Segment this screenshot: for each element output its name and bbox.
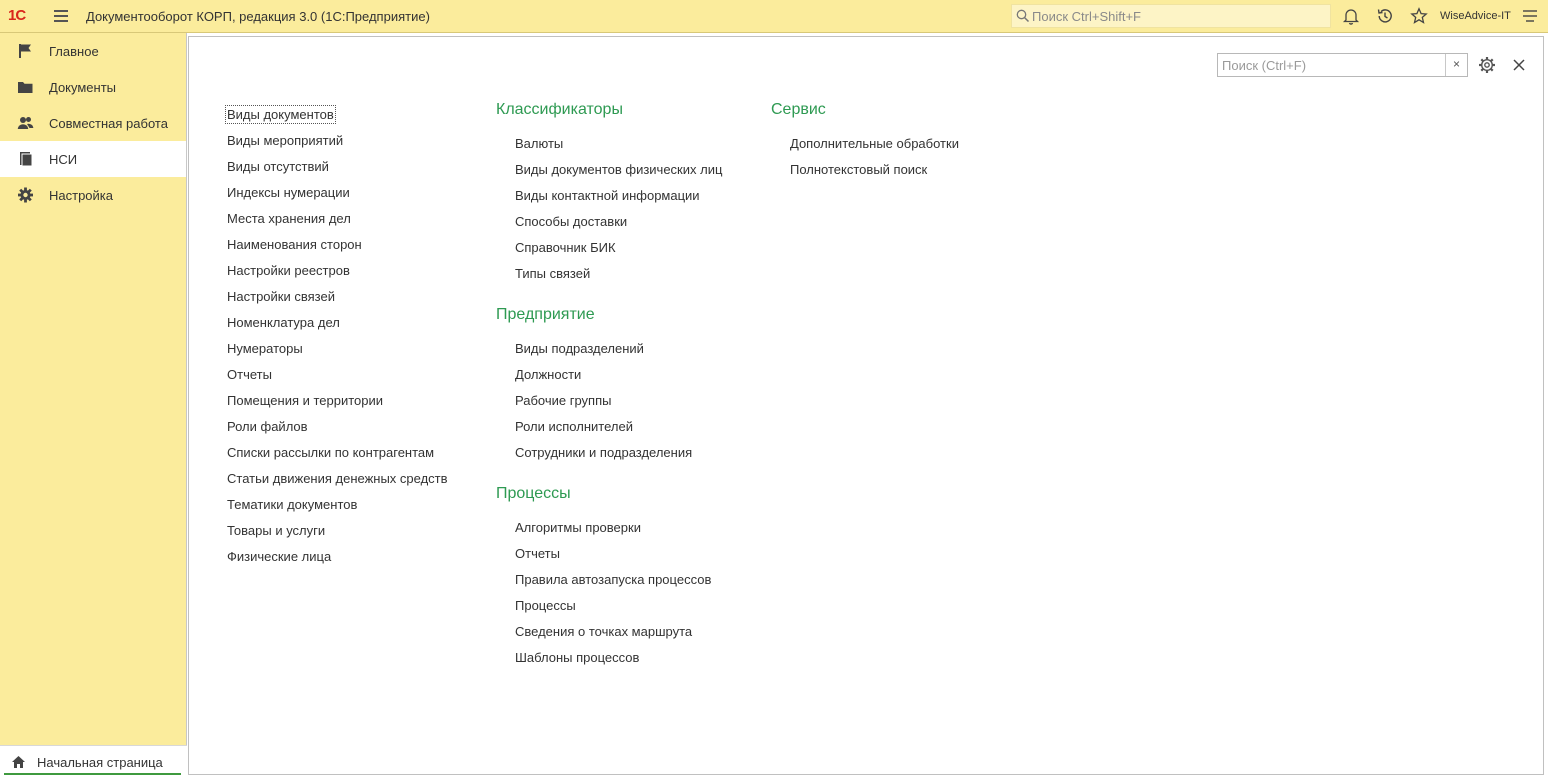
catalog-link[interactable]: Шаблоны процессов [515,650,639,665]
catalog-link[interactable]: Полнотекстовый поиск [790,162,927,177]
catalog-link[interactable]: Настройки реестров [227,263,350,278]
catalog-link[interactable]: Виды документов [225,105,336,124]
gear-icon [18,187,33,203]
catalog-link[interactable]: Роли файлов [227,419,308,434]
catalog-link[interactable]: Отчеты [227,367,272,382]
catalog-link[interactable]: Наименования сторон [227,237,362,252]
catalog-link[interactable]: Дополнительные обработки [790,136,959,151]
catalog-link[interactable]: Сведения о точках маршрута [515,624,692,639]
catalog-link[interactable]: Статьи движения денежных средств [227,471,448,486]
search-icon [1016,9,1030,23]
sidebar-item-label: Главное [49,44,99,59]
sidebar-item-documents[interactable]: Документы [0,69,186,105]
catalog-link[interactable]: Виды мероприятий [227,133,343,148]
catalog-link[interactable]: Тематики документов [227,497,357,512]
catalog-link[interactable]: Способы доставки [515,214,627,229]
form-search[interactable]: × [1217,53,1468,77]
catalog-link[interactable]: Настройки связей [227,289,335,304]
folder-icon [18,82,33,93]
catalog-link[interactable]: Виды контактной информации [515,188,700,203]
sidebar-item-label: НСИ [49,152,78,167]
section-title-classifiers: Классификаторы [496,101,623,118]
catalog-link[interactable]: Типы связей [515,266,590,281]
catalog-link[interactable]: Алгоритмы проверки [515,520,641,535]
catalog-link[interactable]: Должности [515,367,581,382]
global-search[interactable] [1011,4,1331,28]
catalog-link[interactable]: Виды отсутствий [227,159,329,174]
book-icon [20,152,33,167]
user-name[interactable]: WiseAdvice-IT [1440,10,1511,22]
sections-panel: Главное Документы Совместная работа НСИ [0,33,187,778]
sidebar-item-label: Документы [49,80,117,95]
sidebar-item-label: Совместная работа [49,116,168,131]
section-title-enterprise: Предприятие [496,306,595,323]
star-icon[interactable] [1410,7,1428,25]
global-search-input[interactable] [1032,7,1322,25]
home-page-tab[interactable]: Начальная страница [0,745,187,778]
form-search-input[interactable] [1222,57,1444,73]
sidebar-item-collaboration[interactable]: Совместная работа [0,105,186,141]
app-logo[interactable]: 1С [8,7,26,24]
app-title: Документооборот КОРП, редакция 3.0 (1С:П… [86,9,430,24]
catalog-link[interactable]: Списки рассылки по контрагентам [227,445,434,460]
catalog-link[interactable]: Места хранения дел [227,211,351,226]
catalog-link[interactable]: Индексы нумерации [227,185,350,200]
top-bar: 1С Документооборот КОРП, редакция 3.0 (1… [0,0,1548,33]
active-tab-indicator [4,773,181,775]
catalog-link[interactable]: Рабочие группы [515,393,611,408]
menu-icon[interactable] [54,8,68,24]
settings-menu-icon[interactable] [1521,7,1539,25]
catalog-link[interactable]: Правила автозапуска процессов [515,572,711,587]
catalog-link[interactable]: Виды документов физических лиц [515,162,722,177]
catalog-link[interactable]: Помещения и территории [227,393,383,408]
catalog-link[interactable]: Справочник БИК [515,240,616,255]
home-icon [12,756,25,768]
catalog-link[interactable]: Валюты [515,136,563,151]
sidebar-item-nsi[interactable]: НСИ [0,141,186,177]
sidebar-item-main[interactable]: Главное [0,33,186,69]
catalog-link[interactable]: Физические лица [227,549,331,564]
history-icon[interactable] [1376,7,1394,25]
sidebar-item-label: Настройка [49,188,113,203]
catalog-link[interactable]: Нумераторы [227,341,303,356]
sidebar-item-settings[interactable]: Настройка [0,177,186,213]
home-tab-label: Начальная страница [37,755,163,770]
catalog-link[interactable]: Виды подразделений [515,341,644,356]
section-title-service: Сервис [771,101,826,118]
flag-icon [19,44,31,58]
catalog-link[interactable]: Номенклатура дел [227,315,340,330]
close-icon[interactable] [1511,57,1527,73]
catalog-link[interactable]: Роли исполнителей [515,419,633,434]
catalog-link[interactable]: Отчеты [515,546,560,561]
nsi-form: × Виды документов Виды мероприятий Виды … [188,36,1544,775]
catalog-link[interactable]: Сотрудники и подразделения [515,445,692,460]
users-icon [17,117,34,129]
bell-icon[interactable] [1342,7,1360,25]
catalog-link[interactable]: Процессы [515,598,576,613]
catalog-link[interactable]: Товары и услуги [227,523,325,538]
section-title-processes: Процессы [496,485,571,502]
clear-search-button[interactable]: × [1445,54,1467,76]
gear-icon[interactable] [1478,56,1496,74]
